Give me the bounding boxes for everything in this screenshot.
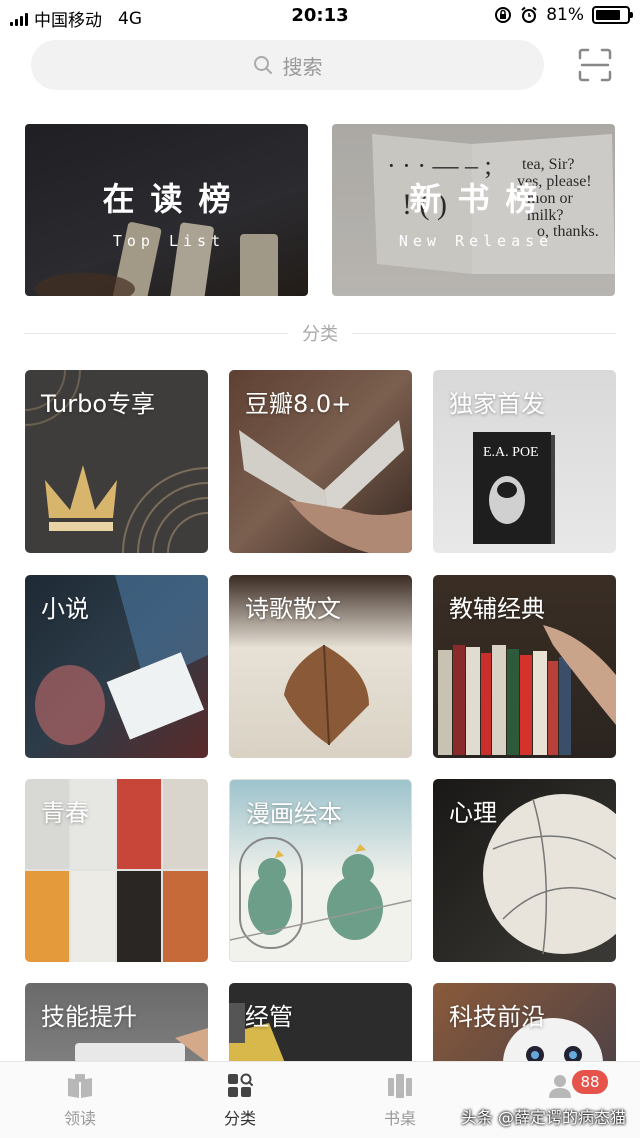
alarm-icon (521, 6, 537, 23)
category-poetry[interactable]: 诗歌散文 (229, 575, 412, 758)
category-youth[interactable]: 青春 (25, 779, 208, 962)
notification-badge: 88 (572, 1070, 608, 1094)
tab-label: 领读 (63, 1109, 96, 1128)
tab-category[interactable]: 分类 (160, 1062, 320, 1138)
watermark: 头条 @薛定谔的病态猫 (460, 1108, 626, 1127)
banner-subtitle: Top List (112, 232, 226, 250)
category-exclusive[interactable]: E.A. POE 独家首发 (433, 370, 616, 553)
book-open-icon (68, 1074, 92, 1098)
book-cover-author: E.A. POE (483, 445, 539, 460)
category-label: 心理 (449, 799, 497, 827)
category-icon (228, 1073, 253, 1097)
category-label: Turbo专享 (41, 390, 156, 418)
profile-icon (549, 1075, 571, 1098)
category-label: 漫画绘本 (246, 800, 342, 828)
battery-icon (592, 6, 633, 24)
scan-button[interactable] (578, 48, 612, 82)
category-label: 青春 (41, 799, 89, 827)
tab-desk[interactable]: 书桌 (320, 1062, 480, 1138)
tab-label: 书桌 (383, 1109, 416, 1128)
divider-line (24, 332, 288, 334)
battery-level (596, 10, 621, 20)
section-title: 分类 (302, 324, 338, 345)
divider-line (352, 332, 616, 334)
banner-title: 在读榜 (102, 180, 247, 218)
category-label: 科技前沿 (449, 1003, 545, 1031)
category-label: 小说 (41, 595, 89, 623)
category-label: 诗歌散文 (245, 595, 341, 623)
battery-percent: 81% (546, 5, 584, 25)
search-icon (253, 56, 272, 74)
search-placeholder: 搜索 (282, 54, 323, 79)
category-textbooks[interactable]: 教辅经典 (433, 575, 616, 758)
banner-new-release[interactable]: · · · — – ; ! ( ) tea, Sir? yes, please!… (332, 124, 615, 296)
bookshelf-icon (388, 1074, 412, 1098)
section-divider: 分类 (24, 320, 616, 346)
category-label: 技能提升 (41, 1003, 137, 1031)
category-novel[interactable]: 小说 (25, 575, 208, 758)
category-comics[interactable]: 漫画绘本 (229, 779, 412, 962)
banner-title: 新书榜 (409, 180, 554, 218)
category-turbo[interactable]: Turbo专享 (25, 370, 208, 553)
category-label: 教辅经典 (449, 595, 545, 623)
category-label: 经管 (245, 1003, 293, 1031)
rotation-lock-icon (495, 7, 512, 23)
search-input[interactable]: 搜索 (31, 40, 544, 90)
status-right: 81% (494, 5, 633, 25)
tab-reading[interactable]: 领读 (0, 1062, 160, 1138)
banner-top-list[interactable]: 在读榜 Top List (25, 124, 308, 296)
category-psychology[interactable]: 心理 (433, 779, 616, 962)
category-douban[interactable]: 豆瓣8.0+ (229, 370, 412, 553)
scan-icon (578, 48, 612, 82)
category-label: 豆瓣8.0+ (245, 390, 352, 418)
banner-subtitle: New Release (398, 232, 554, 250)
category-label: 独家首发 (449, 390, 545, 418)
tab-label: 分类 (223, 1109, 256, 1128)
status-bar: 中国移动 4G 20:13 81% (0, 0, 640, 34)
